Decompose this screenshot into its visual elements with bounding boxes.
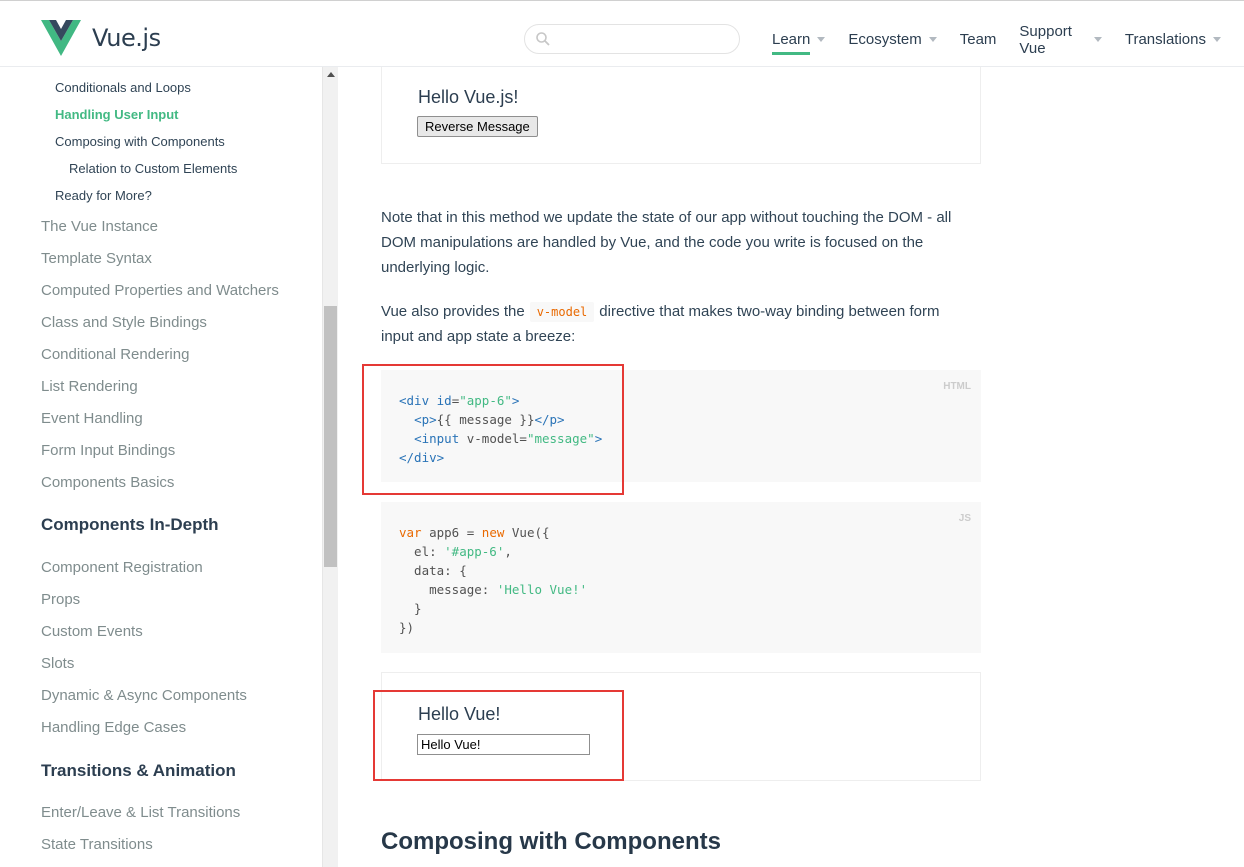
sidebar-item-enter-leave[interactable]: Enter/Leave & List Transitions bbox=[41, 804, 240, 821]
sidebar-item-ready-for-more[interactable]: Ready for More? bbox=[55, 188, 152, 203]
nav-team[interactable]: Team bbox=[960, 27, 997, 52]
chevron-down-icon bbox=[1093, 37, 1102, 42]
nav-translations-label: Translations bbox=[1124, 31, 1206, 48]
code-block-js: JS var app6 = new Vue({ el: '#app-6', da… bbox=[381, 502, 981, 653]
scroll-thumb[interactable] bbox=[324, 306, 337, 567]
sidebar-section-components-depth: Components In-Depth bbox=[41, 515, 219, 534]
section-title: Composing with Components bbox=[381, 828, 721, 855]
sidebar-item-custom-events[interactable]: Custom Events bbox=[41, 623, 143, 640]
sidebar-section-transitions: Transitions & Animation bbox=[41, 761, 236, 780]
sidebar-item-props[interactable]: Props bbox=[41, 591, 80, 608]
sidebar-item-class-style[interactable]: Class and Style Bindings bbox=[41, 314, 207, 331]
sidebar-item-dynamic-async[interactable]: Dynamic & Async Components bbox=[41, 687, 247, 704]
message-input[interactable] bbox=[417, 734, 590, 755]
logo-text: Vue.js bbox=[92, 24, 161, 52]
code-block-html: HTML <div id="app-6"> <p>{{ message }}</… bbox=[381, 370, 981, 482]
sidebar-item-edge-cases[interactable]: Handling Edge Cases bbox=[41, 719, 186, 736]
para2-before: Vue also provides the bbox=[381, 303, 525, 320]
sidebar-item-custom-elements[interactable]: Relation to Custom Elements bbox=[69, 161, 237, 176]
nav-learn[interactable]: Learn bbox=[772, 27, 826, 55]
nav-learn-label: Learn bbox=[772, 31, 811, 48]
vue-logo[interactable]: Vue.js bbox=[41, 20, 161, 56]
paragraph-v-model: Vue also provides the v-model directive th… bbox=[381, 299, 971, 349]
nav-support-vue-label: Support Vue bbox=[1019, 22, 1072, 57]
nav-ecosystem-label: Ecosystem bbox=[848, 31, 922, 48]
sidebar: Conditionals and Loops Handling User Inp… bbox=[0, 67, 322, 867]
code-html-lines: <div id="app-6"> <p>{{ message }}</p> <i… bbox=[399, 393, 603, 465]
sidebar-item-components-basics[interactable]: Components Basics bbox=[41, 474, 174, 491]
chevron-down-icon bbox=[1213, 37, 1221, 42]
sidebar-scrollbar[interactable] bbox=[322, 67, 338, 867]
nav-translations[interactable]: Translations bbox=[1125, 27, 1221, 52]
scroll-up-arrow-icon[interactable] bbox=[327, 72, 335, 77]
demo-reverse-message: Hello Vue.js! Reverse Message bbox=[381, 67, 981, 164]
code-js-lines: var app6 = new Vue({ el: '#app-6', data:… bbox=[399, 525, 588, 635]
nav-support-vue[interactable]: Support Vue bbox=[1019, 23, 1102, 57]
paragraph-dom-note: Note that in this method we update the s… bbox=[381, 209, 952, 276]
reverse-message-button[interactable]: Reverse Message bbox=[417, 116, 538, 137]
nav-ecosystem[interactable]: Ecosystem bbox=[848, 27, 937, 52]
demo-v-model: Hello Vue! bbox=[381, 672, 981, 781]
chevron-down-icon bbox=[928, 37, 937, 42]
sidebar-item-computed-properties[interactable]: Computed Properties and Watchers bbox=[41, 282, 279, 299]
v-model-code: v-model bbox=[529, 302, 595, 322]
code-lang-label: JS bbox=[958, 513, 971, 524]
sidebar-item-conditional-rendering[interactable]: Conditional Rendering bbox=[41, 346, 189, 363]
sidebar-item-template-syntax[interactable]: Template Syntax bbox=[41, 250, 152, 267]
sidebar-item-conditionals-loops[interactable]: Conditionals and Loops bbox=[55, 80, 191, 95]
top-header: Vue.js Learn Ecosystem Team Support Vue … bbox=[0, 0, 1244, 67]
sidebar-item-vue-instance[interactable]: The Vue Instance bbox=[41, 218, 158, 235]
sidebar-item-component-registration[interactable]: Component Registration bbox=[41, 559, 203, 576]
sidebar-item-handling-user-input[interactable]: Handling User Input bbox=[55, 107, 179, 122]
vue-logo-icon bbox=[41, 20, 81, 56]
code-lang-label: HTML bbox=[943, 381, 971, 392]
sidebar-item-state-transitions[interactable]: State Transitions bbox=[41, 836, 153, 853]
demo-message-text: Hello Vue.js! bbox=[418, 87, 519, 107]
demo-vmodel-text: Hello Vue! bbox=[418, 704, 501, 724]
sidebar-item-composing-components[interactable]: Composing with Components bbox=[55, 134, 225, 149]
sidebar-item-form-input[interactable]: Form Input Bindings bbox=[41, 442, 175, 459]
chevron-down-icon bbox=[817, 37, 826, 42]
main-nav: Learn Ecosystem Team Support Vue Transla… bbox=[772, 23, 1244, 57]
sidebar-item-slots[interactable]: Slots bbox=[41, 655, 74, 672]
search-input[interactable] bbox=[524, 24, 740, 54]
nav-team-label: Team bbox=[959, 31, 997, 48]
sidebar-item-event-handling[interactable]: Event Handling bbox=[41, 410, 143, 427]
sidebar-item-list-rendering[interactable]: List Rendering bbox=[41, 378, 138, 395]
search-icon bbox=[536, 32, 550, 46]
